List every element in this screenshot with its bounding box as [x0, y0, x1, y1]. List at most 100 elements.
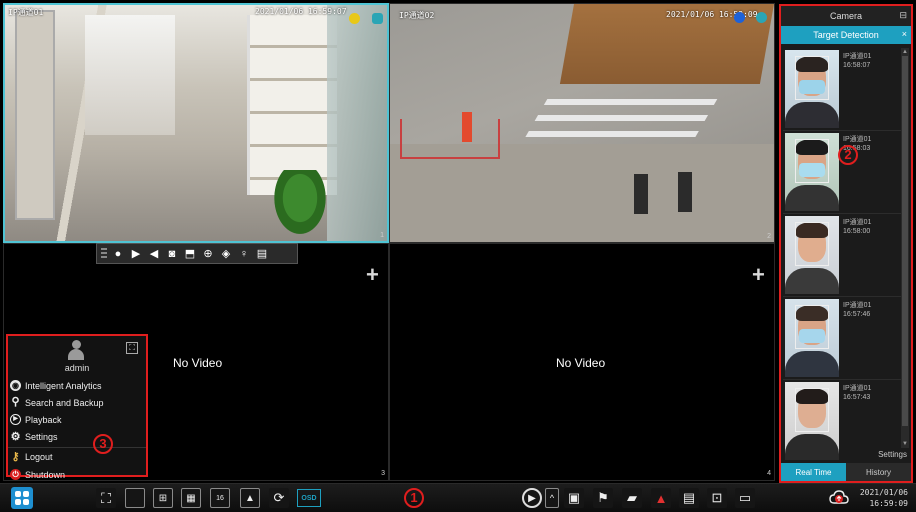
detection-channel: IP通道01 [843, 136, 872, 143]
disk-icon[interactable]: ▤ [679, 488, 699, 508]
panel-header: Camera ⊟ [781, 6, 911, 26]
scroll-down-icon[interactable]: ▼ [901, 440, 909, 448]
layout-1-icon[interactable] [125, 488, 145, 508]
menu-item-settings[interactable]: ⚙ Settings [8, 429, 146, 446]
detection-time: 16:57:46 [843, 311, 871, 318]
menu-item-label: Shutdown [25, 469, 66, 480]
face-snapshot [785, 299, 839, 377]
stream-icon[interactable]: ▤ [255, 247, 269, 261]
no-video-label: No Video [173, 356, 223, 370]
tab-history[interactable]: History [846, 463, 911, 481]
start-menu-items: ◉ Intelligent Analytics ⚲ Search and Bac… [8, 377, 146, 483]
detection-item[interactable]: IP通道01 16:58:07 [783, 48, 901, 131]
drag-handle[interactable] [101, 247, 107, 260]
panel-settings-link[interactable]: Settings [878, 450, 907, 459]
add-camera-icon[interactable]: + [366, 264, 379, 286]
video-tile-2[interactable]: IP通道02 2021/01/06 16:59:09 2 [389, 3, 775, 243]
menu-divider [8, 446, 146, 448]
menu-item-shutdown[interactable]: ⏻ Shutdown [8, 466, 146, 483]
chevron-up-icon[interactable]: ^ [545, 488, 559, 508]
refresh-icon[interactable]: ⟳ [269, 488, 289, 508]
detection-channel: IP通道01 [843, 219, 872, 226]
key-icon: ⚷ [11, 450, 20, 463]
menu-item-label: Settings [25, 432, 58, 443]
clock-date: 2021/01/06 [859, 488, 908, 497]
menu-item-search-backup[interactable]: ⚲ Search and Backup [8, 394, 146, 411]
detection-channel: IP通道01 [843, 53, 872, 60]
video-tile-4[interactable]: No Video + 4 [389, 243, 775, 481]
power-icon: ⏻ [10, 469, 21, 481]
alarm-status-icon [349, 13, 360, 24]
search-icon: ⚲ [11, 396, 20, 409]
target-detection-panel: Camera ⊟ Target Detection × IP通道01 16:58:… [779, 4, 913, 483]
detection-channel: IP通道01 [843, 302, 872, 309]
camera-list-icon[interactable]: ▰ [622, 488, 642, 508]
tab-label: Target Detection [813, 30, 879, 40]
scroll-thumb[interactable] [902, 56, 908, 426]
detection-time: 16:58:07 [843, 62, 871, 69]
image-color-icon[interactable]: ◈ [219, 247, 233, 261]
network-icon[interactable]: ⊡ [707, 488, 727, 508]
fullscreen-icon[interactable]: ⛶ [96, 488, 116, 508]
panel-title: Camera [829, 11, 862, 21]
detection-item[interactable]: IP通道01 16:58:03 [783, 131, 901, 214]
gear-icon: ⚙ [10, 430, 21, 443]
snapshot-icon[interactable]: ◙ [165, 247, 179, 261]
pin-icon[interactable]: ⊟ [899, 10, 907, 21]
video-tile-1[interactable]: IP通道01 2021/01/06 16:59:07 1 [3, 3, 389, 243]
tab-target-detection[interactable]: Target Detection × [781, 26, 911, 44]
scroll-up-icon[interactable]: ▲ [901, 48, 909, 56]
detection-time: 16:58:00 [843, 228, 871, 235]
menu-item-playback[interactable]: ▶ Playback [8, 411, 146, 428]
detection-item[interactable]: IP通道01 16:57:46 [783, 297, 901, 380]
fullscreen-icon[interactable]: ⛶ [126, 342, 138, 354]
clock-time: 16:59:09 [869, 499, 908, 508]
analytics-icon: ◉ [10, 380, 21, 392]
menu-item-intelligent-analytics[interactable]: ◉ Intelligent Analytics [8, 377, 146, 394]
add-camera-icon[interactable]: + [752, 264, 765, 286]
callout-1: 1 [404, 488, 424, 508]
menu-item-logout[interactable]: ⚷ Logout [8, 449, 146, 466]
record-icon[interactable]: ● [111, 247, 125, 261]
username: admin [64, 363, 90, 373]
no-video-label: No Video [556, 356, 606, 370]
layout-4-icon[interactable]: ⊞ [153, 488, 173, 508]
playback-icon[interactable]: ▶ [522, 488, 542, 508]
person-alarm-icon[interactable]: ⚑ [593, 488, 613, 508]
detection-time: 16:57:43 [843, 394, 871, 401]
start-menu-button[interactable] [11, 487, 33, 509]
zoom-icon[interactable]: ⊕ [201, 247, 215, 261]
osd-button[interactable]: OSD [297, 489, 321, 507]
face-snapshot [785, 50, 839, 128]
alarm-light-icon[interactable]: ▲ [651, 488, 671, 508]
face-snapshot [785, 216, 839, 294]
monitor-icon[interactable]: ▭ [735, 488, 755, 508]
face-snapshot [785, 133, 839, 211]
start-menu: ⛶ admin ◉ Intelligent Analytics ⚲ Search… [6, 334, 148, 481]
tile-number: 1 [380, 232, 384, 239]
record-camera-icon[interactable]: ▣ [564, 488, 584, 508]
audio-icon[interactable]: ◀ [147, 247, 161, 261]
menu-item-label: Search and Backup [25, 397, 104, 408]
detection-item[interactable]: IP通道01 16:58:00 [783, 214, 901, 297]
play-icon[interactable]: ▶ [129, 247, 143, 261]
playback-icon: ▶ [10, 414, 21, 426]
layout-9-icon[interactable]: ▦ [181, 488, 201, 508]
tab-real-time[interactable]: Real Time [781, 463, 846, 481]
talk-icon[interactable]: ♀ [237, 247, 251, 261]
sequence-icon[interactable]: ▲ [240, 488, 260, 508]
face-snapshot [785, 382, 839, 460]
channel-label: IP通道02 [399, 11, 435, 20]
detection-status-icon [756, 12, 767, 23]
layout-16-icon[interactable]: 16 [210, 488, 230, 508]
ptz-icon[interactable]: ⬒ [183, 247, 197, 261]
taskbar: ⛶ ⊞ ▦ 16 ▲ ⟳ OSD 1 ▶ ^ ▣ ⚑ ▰ ▲ ▤ ⊡ ▭ 202… [0, 483, 916, 512]
osd-timestamp: 2021/01/06 16:59:07 [255, 7, 347, 16]
close-icon[interactable]: × [902, 29, 907, 39]
detection-scrollbar[interactable]: ▲ ▼ [901, 48, 909, 448]
avatar [68, 340, 84, 360]
menu-item-label: Playback [25, 414, 62, 425]
cloud-upload-icon[interactable] [829, 489, 849, 507]
system-clock: 2021/01/06 16:59:09 [860, 487, 908, 509]
panel-bottom-tabs: Real Time History [781, 463, 911, 481]
